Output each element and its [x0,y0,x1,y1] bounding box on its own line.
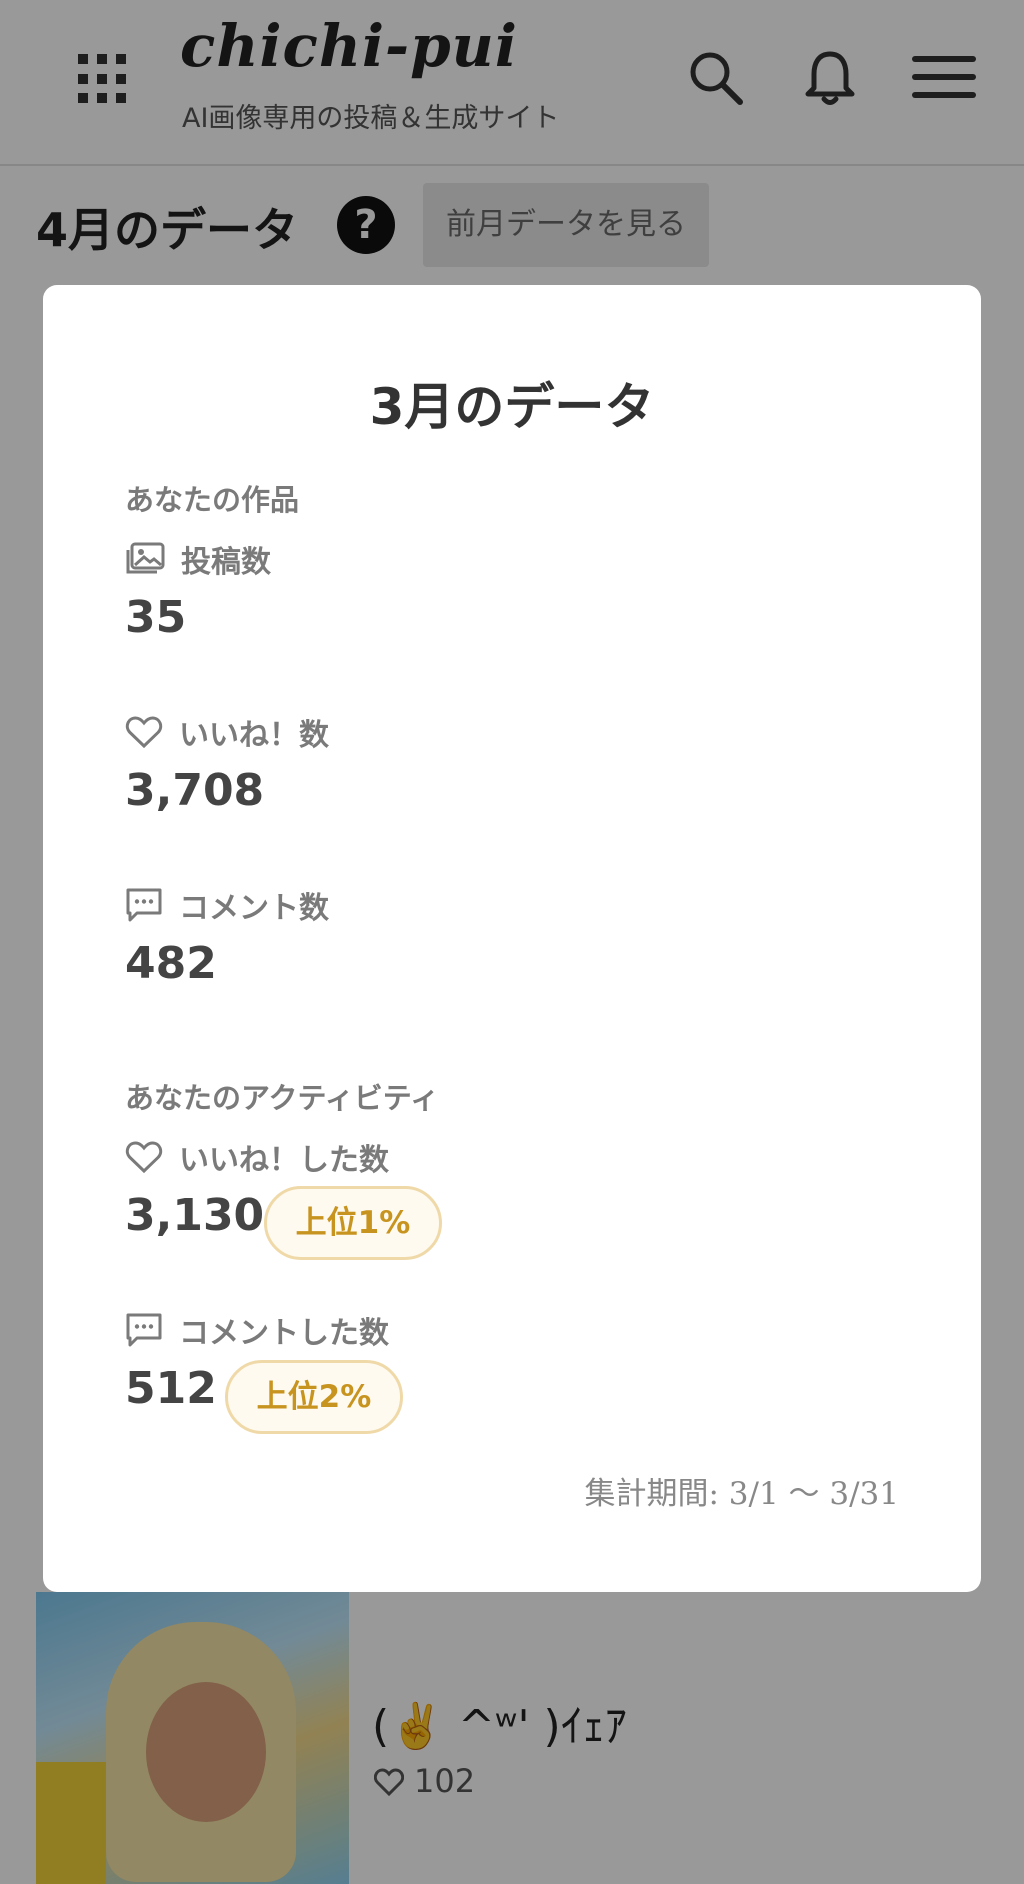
liked-stat-label: いいね！した数 [125,1135,389,1179]
posts-label-text: 投稿数 [181,545,271,580]
comments-stat-label: コメント数 [125,883,329,927]
heart-icon [125,1141,163,1174]
aggregation-period: 集計期間: 3/1 〜 3/31 [584,1476,899,1512]
likes-value: 3,708 [125,765,265,816]
posts-value: 35 [125,592,187,643]
commented-rank-badge: 上位2% [225,1360,403,1434]
posts-stat-label: 投稿数 [125,537,271,581]
works-section-label: あなたの作品 [125,483,300,517]
commented-stat-label: コメントした数 [125,1308,389,1352]
comment-icon [126,1313,162,1347]
liked-rank-badge: 上位1% [264,1186,442,1260]
images-icon [126,542,165,574]
commented-label-text: コメントした数 [179,1316,389,1351]
heart-icon [125,716,163,749]
likes-stat-label: いいね！数 [125,710,329,754]
modal-title: 3月のデータ [369,378,655,436]
comments-label-text: コメント数 [179,891,329,926]
comments-value: 482 [125,938,217,989]
comment-icon [126,888,162,922]
liked-label-text: いいね！した数 [179,1143,389,1178]
likes-label-text: いいね！数 [179,718,329,753]
monthly-data-modal: 3月のデータ あなたの作品 投稿数 35 いいね！数 3,708 コメント数 4… [43,285,981,1592]
liked-value: 3,130 [125,1190,265,1241]
commented-value: 512 [125,1363,217,1414]
activity-section-label: あなたのアクティビティ [125,1081,440,1115]
